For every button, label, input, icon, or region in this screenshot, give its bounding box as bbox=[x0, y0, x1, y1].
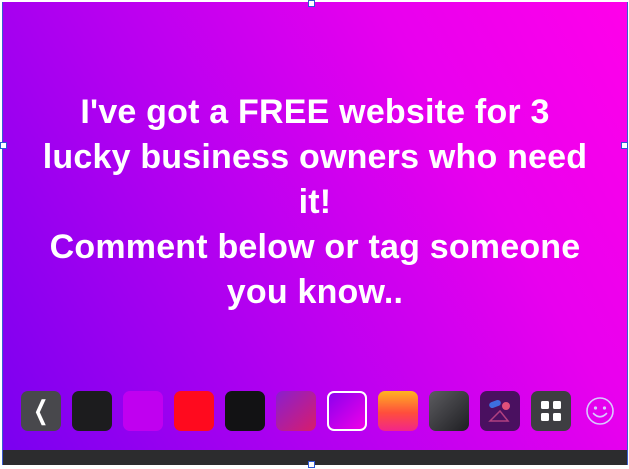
background-swatch-gray-gradient[interactable] bbox=[429, 391, 469, 431]
bottom-bar bbox=[3, 450, 627, 465]
background-swatch-black[interactable] bbox=[72, 391, 112, 431]
post-text[interactable]: I've got a FREE website for 3 lucky busi… bbox=[23, 90, 607, 315]
resize-handle-right[interactable] bbox=[621, 142, 628, 149]
more-backgrounds-button[interactable] bbox=[531, 391, 571, 431]
chevron-left-icon: ❮ bbox=[33, 395, 49, 425]
background-swatch-orange-pink-gradient[interactable] bbox=[378, 391, 418, 431]
background-swatch-purple-red-gradient[interactable] bbox=[276, 391, 316, 431]
back-button[interactable]: ❮ bbox=[21, 391, 61, 431]
background-swatch-purple-magenta-gradient[interactable] bbox=[327, 391, 367, 431]
smiley-icon bbox=[586, 397, 614, 425]
background-swatch-purple[interactable] bbox=[123, 391, 163, 431]
background-swatch-red[interactable] bbox=[174, 391, 214, 431]
resize-handle-bottom[interactable] bbox=[308, 461, 315, 468]
shapes-pattern-icon bbox=[488, 399, 510, 422]
grid-icon bbox=[541, 401, 561, 421]
resize-handle-top[interactable] bbox=[308, 0, 315, 7]
background-swatch-dark[interactable] bbox=[225, 391, 265, 431]
text-post-background[interactable]: I've got a FREE website for 3 lucky busi… bbox=[3, 2, 627, 450]
emoji-button[interactable] bbox=[584, 395, 616, 427]
background-swatch-shapes-pattern[interactable] bbox=[480, 391, 520, 431]
editor-frame: I've got a FREE website for 3 lucky busi… bbox=[2, 2, 628, 465]
resize-handle-left[interactable] bbox=[0, 142, 7, 149]
swatch-list bbox=[72, 391, 531, 431]
background-toolbar: ❮ bbox=[21, 390, 616, 432]
